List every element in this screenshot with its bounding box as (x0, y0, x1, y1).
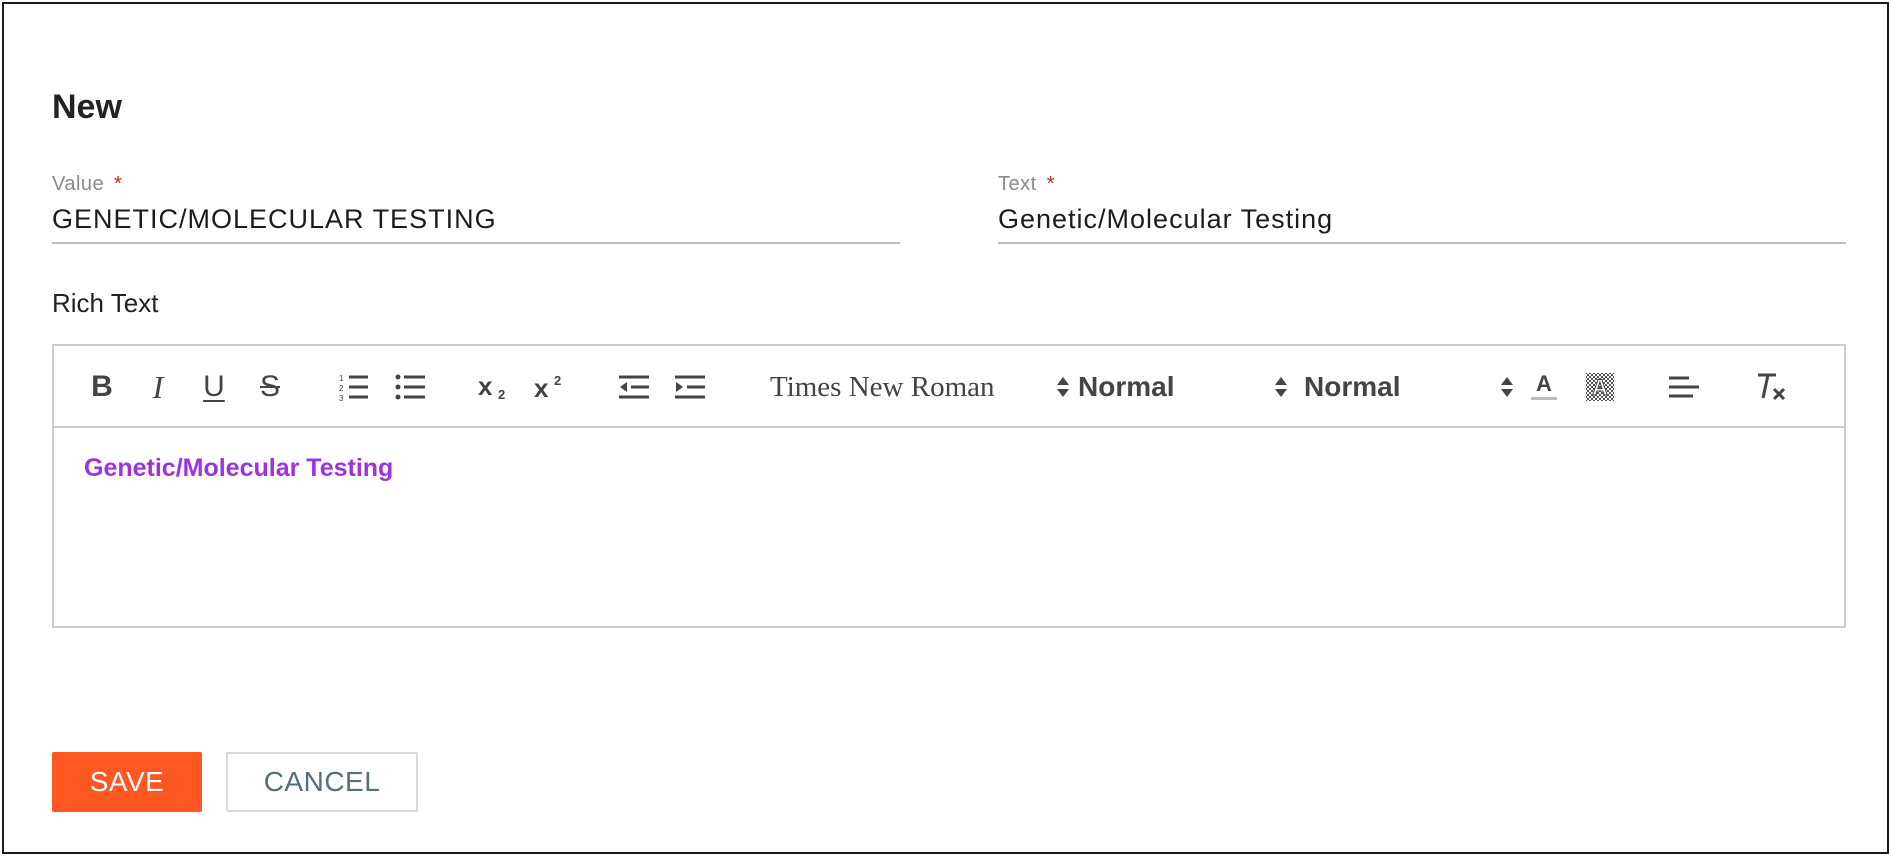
value-field: Value * (52, 172, 900, 244)
strike-icon: S (259, 370, 280, 403)
required-asterisk: * (1046, 173, 1055, 195)
value-field-label: Value (52, 173, 105, 195)
font-select-value: Times New Roman (770, 370, 995, 403)
underline-button[interactable]: U (194, 366, 234, 408)
text-field-label: Text (998, 173, 1037, 195)
required-asterisk: * (114, 173, 123, 195)
strike-button[interactable]: S (250, 366, 290, 408)
value-input[interactable] (52, 202, 900, 244)
clear-format-button[interactable] (1750, 366, 1790, 408)
bullet-list-icon (395, 374, 425, 400)
svg-text:A: A (1592, 375, 1608, 400)
background-color-icon: A (1586, 373, 1614, 401)
text-field: Text * (998, 172, 1846, 244)
clear-format-icon (1758, 373, 1786, 401)
background-color-button[interactable]: A (1580, 366, 1620, 408)
svg-text:A: A (1536, 371, 1552, 396)
size-select[interactable]: Normal (1078, 364, 1288, 410)
svg-text:3: 3 (339, 394, 344, 401)
select-arrows-icon (1275, 377, 1287, 397)
bullet-list-button[interactable] (390, 366, 430, 408)
align-icon (1669, 376, 1699, 398)
font-color-button[interactable]: A (1524, 366, 1564, 408)
outdent-button[interactable] (614, 366, 654, 408)
subscript-button[interactable]: x 2 (474, 366, 514, 408)
underline-icon: U (203, 370, 225, 403)
font-select[interactable]: Times New Roman (770, 364, 1070, 410)
svg-text:2: 2 (339, 384, 344, 393)
svg-text:x: x (478, 373, 493, 401)
text-input[interactable] (998, 202, 1846, 244)
font-color-icon: A (1531, 371, 1557, 400)
svg-text:2: 2 (498, 387, 505, 401)
superscript-button[interactable]: x 2 (530, 366, 570, 408)
dialog-title: New (52, 88, 122, 126)
save-button[interactable]: SAVE (52, 752, 202, 812)
svg-text:1: 1 (339, 374, 344, 383)
cancel-button[interactable]: CANCEL (226, 752, 418, 812)
ordered-list-icon: 1 2 3 (339, 374, 368, 401)
bold-icon: B (91, 370, 113, 403)
bold-button[interactable]: B (82, 366, 122, 408)
svg-text:x: x (534, 373, 549, 401)
select-arrows-icon (1057, 377, 1069, 397)
header-select[interactable]: Normal (1304, 364, 1514, 410)
editor-content[interactable]: Genetic/Molecular Testing (54, 428, 1844, 509)
svg-text:2: 2 (554, 373, 561, 388)
superscript-icon: x 2 (534, 373, 561, 401)
italic-button[interactable]: I (138, 366, 178, 408)
size-select-value: Normal (1078, 371, 1175, 402)
header-select-value: Normal (1304, 371, 1401, 402)
rich-text-label: Rich Text (52, 288, 159, 318)
indent-button[interactable] (670, 366, 710, 408)
editor-content-text: Genetic/Molecular Testing (84, 454, 394, 482)
subscript-icon: x 2 (478, 373, 505, 401)
dialog: New Value * Text * Rich Text B I U (2, 2, 1889, 854)
align-button[interactable] (1664, 366, 1704, 408)
italic-icon: I (152, 368, 164, 405)
outdent-icon (619, 375, 649, 399)
rich-text-editor: B I U S 1 2 3 x 2 x 2 Times New Roman No… (52, 344, 1846, 628)
ordered-list-button[interactable]: 1 2 3 (334, 366, 374, 408)
select-arrows-icon (1501, 377, 1513, 397)
editor-toolbar: B I U S 1 2 3 x 2 x 2 Times New Roman No… (54, 346, 1844, 428)
indent-icon (675, 375, 705, 399)
